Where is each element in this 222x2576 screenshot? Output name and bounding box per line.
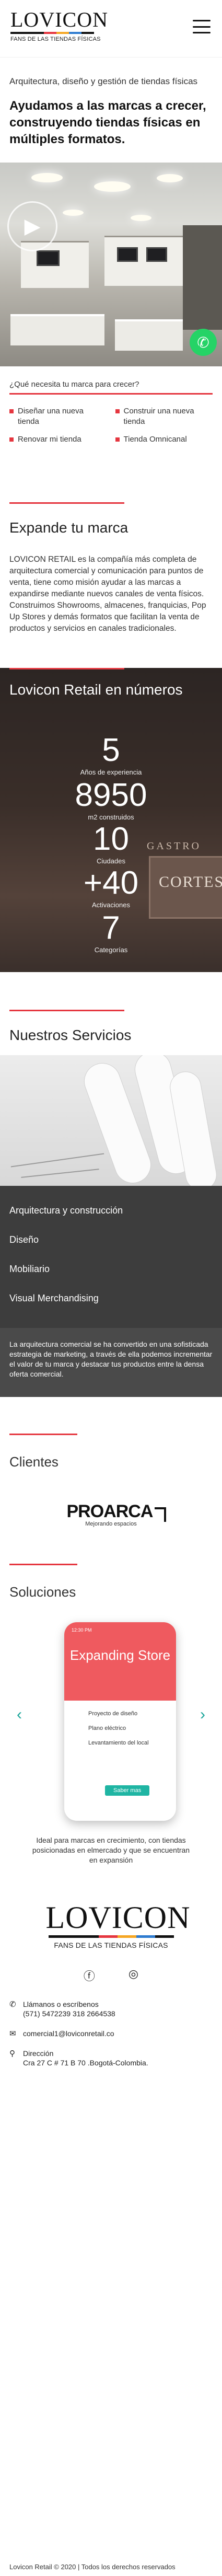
brand-tagline: FANS DE LAS TIENDAS FÍSICAS [10,36,101,42]
contact-info: ✆ Llámanos o escríbenos (571) 5472239 318… [0,2000,222,2067]
solutions-carousel: ‹ › 12:30 PM Expanding Store Proyecto de… [9,1622,213,1826]
intro-headline: Ayudamos a las marcas a crecer, construy… [9,99,206,146]
footer-brand-tagline: FANS DE LAS TIENDAS FÍSICAS [54,1941,168,1949]
option-design-store[interactable]: Diseñar una nueva tienda [9,406,107,427]
chevron-left-icon[interactable]: ‹ [17,1706,22,1724]
needs-question: ¿Qué necesita tu marca para crecer? [9,380,139,389]
contact-address: ⚲ Dirección Cra 27 C # 71 B 70 .Bogotá-Co… [9,2049,148,2067]
chevron-right-icon[interactable]: › [200,1706,205,1724]
section-accent-line [9,1010,124,1011]
bullet-icon [115,409,120,413]
card-more-button[interactable]: Saber mas [105,1785,150,1796]
facebook-icon[interactable]: ⓕ [84,1967,95,1984]
client-logo-proarca[interactable]: PROARCA Mejorando espacios [66,1501,167,1527]
solutions-section: Soluciones ‹ › 12:30 PM Expanding Store … [0,1564,222,1865]
services-title: Nuestros Servicios [9,1027,132,1043]
divider [9,393,213,395]
copyright: Lovicon Retail © 2020 | Todos los derech… [9,2563,176,2571]
section-accent-line [9,502,124,504]
footer-brand-name: LOVICON [45,1900,191,1935]
services-list: Arquitectura y construcción Diseño Mobil… [0,1186,222,1328]
section-accent-line [9,1434,77,1435]
numbers-title: Lovicon Retail en números [9,681,183,698]
card-item: Levantamiento del local [88,1740,149,1746]
section-accent-line [9,1564,77,1565]
expand-title: Expande tu marca [9,519,128,536]
play-icon: ▶ [7,201,57,251]
brand-logo[interactable]: LOVICON FANS DE LAS TIENDAS FÍSICAS [10,8,108,42]
site-header: LOVICON FANS DE LAS TIENDAS FÍSICAS [0,0,222,57]
mail-icon: ✉ [9,2029,16,2038]
solutions-title: Soluciones [9,1584,76,1600]
option-omnichannel-store[interactable]: Tienda Omnicanal [115,434,213,445]
intro-subtitle: Arquitectura, diseño y gestión de tienda… [9,76,198,86]
phone-numbers[interactable]: (571) 5472239 318 2664538 [23,2009,115,2018]
solution-description: Ideal para marcas en crecimiento, con ti… [32,1836,190,1864]
whatsapp-icon[interactable]: ✆ [190,329,217,356]
expand-text: LOVICON RETAIL es la compañía más comple… [9,555,206,633]
expand-section: Expande tu marca LOVICON RETAIL es la co… [9,502,213,634]
service-visual-merchandising[interactable]: Visual Merchandising [9,1292,213,1304]
option-build-store[interactable]: Construir una nueva tienda [115,406,213,427]
needs-options: Diseñar una nueva tienda Construir una n… [9,406,213,445]
card-title: Expanding Store [69,1647,171,1663]
service-design[interactable]: Diseño [9,1234,213,1245]
card-item: Proyecto de diseño [88,1711,138,1717]
footer-logo[interactable]: LOVICON FANS DE LAS TIENDAS FÍSICAS [45,1900,191,1949]
services-description: La arquitectura comercial se ha converti… [0,1328,222,1397]
bullet-icon [9,437,14,442]
bullet-icon [9,409,14,413]
brand-color-bar [48,1935,174,1938]
clients-title: Clientes [9,1454,59,1470]
email-link[interactable]: comercial1@loviconretail.co [23,2029,114,2038]
clients-section: Clientes PROARCA Mejorando espacios [0,1434,222,1527]
social-links: ⓕ ◎ [0,1967,222,1984]
stat-activations: +40 Activaciones [83,865,139,909]
phone-icon: ✆ [9,2000,16,2009]
card-status-time: 12:30 PM [72,1627,92,1633]
contact-phone: ✆ Llámanos o escríbenos (571) 5472239 318… [9,2000,115,2018]
stat-cities: 10 Ciudades [93,821,129,865]
services-section: Nuestros Servicios Arquitectura y constr… [0,1010,222,1397]
services-blueprint-photo [0,1055,222,1186]
brand-color-bar [10,32,94,34]
stat-years: 5 Años de experiencia [80,732,142,777]
card-item: Plano eléctrico [88,1725,126,1731]
hero-store-photo: ▶ ✆ [0,163,222,366]
client-logo-name: PROARCA [66,1501,154,1521]
brand-name: LOVICON [10,8,108,31]
contact-email: ✉ comercial1@loviconretail.co [9,2029,213,2038]
service-architecture[interactable]: Arquitectura y construcción [9,1205,213,1216]
instagram-icon[interactable]: ◎ [128,1967,138,1984]
section-accent-line [9,668,124,669]
location-icon: ⚲ [9,2049,15,2058]
solution-card: 12:30 PM Expanding Store Proyecto de dis… [64,1622,176,1821]
numbers-section: Lovicon Retail en números GASTRO CORTESA… [0,668,222,972]
stat-categories: 7 Categorías [94,910,128,954]
service-furniture[interactable]: Mobiliario [9,1263,213,1275]
hamburger-icon[interactable] [193,20,211,33]
client-logo-mark [155,1507,167,1522]
stat-m2: 8950 m2 construidos [75,777,147,822]
option-renovate-store[interactable]: Renovar mi tienda [9,434,107,445]
bullet-icon [115,437,120,442]
